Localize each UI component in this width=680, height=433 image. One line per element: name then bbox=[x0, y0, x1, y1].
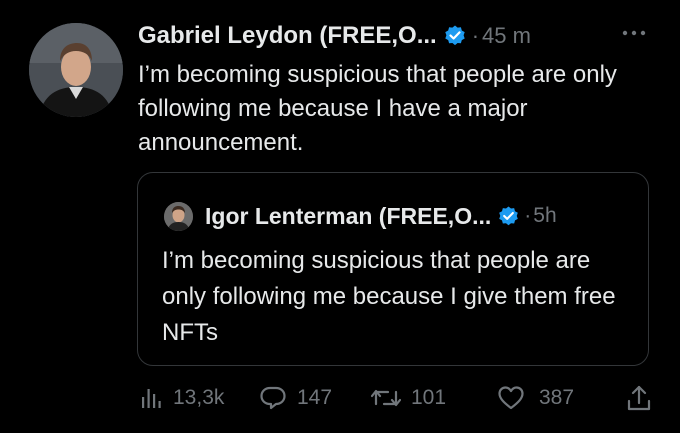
tweet-text: I’m becoming suspicious that people are … bbox=[138, 61, 617, 156]
separator-dot: · bbox=[471, 23, 480, 48]
author-avatar[interactable] bbox=[29, 23, 123, 117]
retweet-icon bbox=[371, 386, 401, 410]
separator-dot: · bbox=[524, 204, 532, 227]
reply-button[interactable]: 147 bbox=[259, 383, 332, 413]
quoted-author-name[interactable]: Igor Lenterman (FREE,O... bbox=[205, 203, 491, 230]
retweet-count: 101 bbox=[411, 386, 447, 409]
quoted-tweet-header: Igor Lenterman (FREE,O... · 5h bbox=[164, 201, 557, 231]
author-name[interactable]: Gabriel Leydon (FREE,O... bbox=[138, 22, 437, 50]
more-options-icon[interactable] bbox=[620, 26, 648, 40]
heart-icon bbox=[497, 385, 525, 411]
tweet-timestamp[interactable]: 45 m bbox=[482, 23, 531, 49]
retweet-button[interactable]: 101 bbox=[371, 383, 446, 413]
quoted-author-avatar bbox=[164, 201, 193, 231]
like-button[interactable]: 387 bbox=[497, 383, 574, 413]
person-avatar-icon bbox=[29, 23, 123, 117]
tweet-card[interactable]: Gabriel Leydon (FREE,O... · 45 m I’m bec… bbox=[0, 0, 680, 433]
reply-count: 147 bbox=[297, 386, 333, 409]
reply-icon bbox=[259, 385, 287, 411]
views-button[interactable]: 13,3k bbox=[139, 383, 224, 413]
tweet-actions-bar: 13,3k 147 101 387 bbox=[139, 383, 659, 413]
views-count: 13,3k bbox=[173, 386, 225, 409]
quoted-tweet-timestamp[interactable]: 5h bbox=[533, 204, 556, 228]
verified-badge-icon bbox=[443, 24, 467, 48]
share-icon bbox=[626, 384, 652, 412]
views-icon bbox=[139, 386, 163, 410]
quoted-tweet-text: I’m becoming suspicious that people are … bbox=[162, 247, 616, 346]
tweet-header: Gabriel Leydon (FREE,O... · 45 m bbox=[138, 21, 531, 51]
share-button[interactable] bbox=[626, 383, 652, 413]
like-count: 387 bbox=[539, 386, 575, 409]
quoted-tweet[interactable]: Igor Lenterman (FREE,O... · 5h I’m becom… bbox=[137, 172, 649, 366]
verified-badge-icon bbox=[497, 205, 520, 228]
